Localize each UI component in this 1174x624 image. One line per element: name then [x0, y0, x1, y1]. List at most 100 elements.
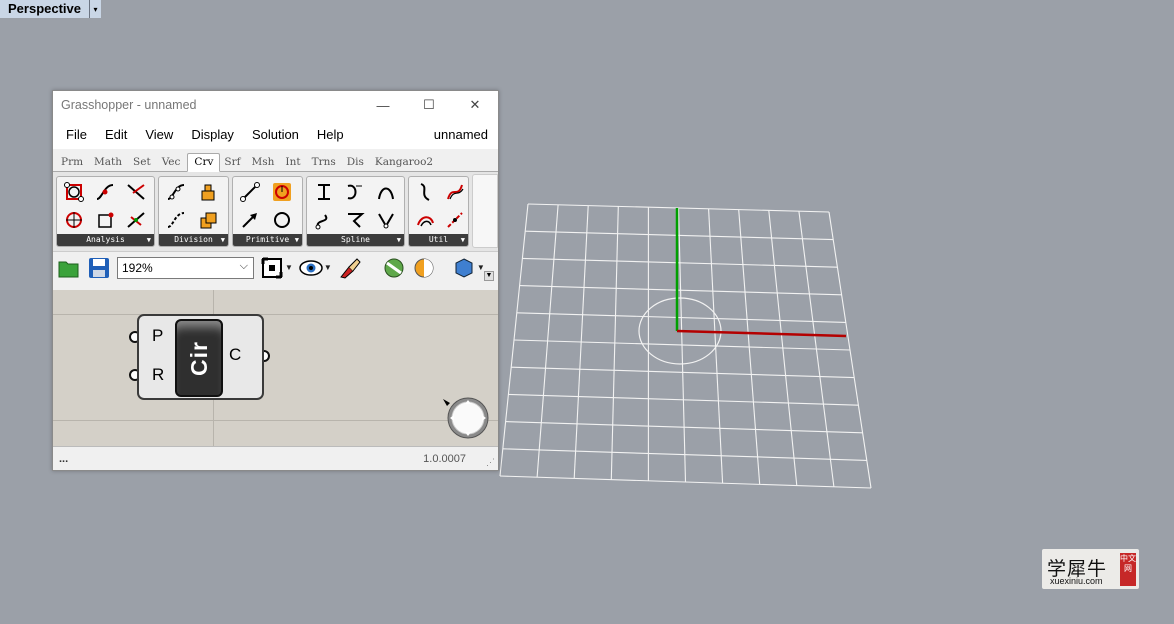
tab-msh[interactable]: Msh [248, 156, 282, 171]
preview-eye-icon[interactable] [299, 256, 323, 280]
status-message[interactable]: ... [53, 453, 68, 465]
construction-grid [499, 203, 872, 489]
interpolate-icon[interactable] [310, 179, 337, 205]
component-nickname: Cir [185, 340, 212, 376]
document-name[interactable]: unnamed [434, 127, 488, 142]
tab-trns[interactable]: Trns [308, 156, 343, 171]
open-file-icon[interactable] [57, 256, 81, 280]
polyline-icon[interactable] [310, 207, 337, 233]
dash-pattern-icon[interactable] [162, 207, 189, 233]
chevron-down-icon[interactable]: ▼ [397, 234, 401, 246]
panel-label-division: Division [174, 235, 213, 244]
panel-label-analysis: Analysis [86, 235, 125, 244]
viewport-title[interactable]: Perspective ▾ [0, 0, 101, 18]
panel-spline: Spline ▼ [306, 176, 405, 247]
circle-component[interactable]: P R Cir C [137, 314, 264, 400]
join-curves-icon[interactable] [412, 207, 439, 233]
bezier-span-icon[interactable] [341, 207, 368, 233]
minimize-button[interactable]: — [360, 91, 406, 119]
panel-util: Util ▼ [408, 176, 469, 247]
viewport-dropdown-icon[interactable]: ▾ [89, 0, 101, 18]
tab-prm[interactable]: Prm [57, 156, 90, 171]
toolbar-overflow-icon[interactable]: ▼ [484, 271, 494, 281]
ribbon-scroll[interactable] [472, 174, 498, 248]
version-label: 1.0.0007 [423, 452, 466, 465]
sketch-pen-icon[interactable] [338, 256, 362, 280]
curve-intersect-icon[interactable] [122, 179, 149, 205]
kinky-curve-icon[interactable] [372, 179, 399, 205]
window-title: Grasshopper - unnamed [61, 98, 197, 112]
evaluate-curve-icon[interactable] [91, 179, 118, 205]
zoom-extents-icon[interactable] [260, 256, 284, 280]
canvas-toolbar: 192% ⌵ ▼ ▼ ▼ ▼ [53, 251, 498, 283]
circle-icon[interactable] [269, 207, 296, 233]
component-ribbon: Analysis ▼ Division ▼ Primitive ▼ Spline… [53, 172, 498, 251]
curve-side-icon[interactable] [122, 207, 149, 233]
chevron-down-icon[interactable]: ▼ [461, 234, 465, 246]
component-tabs: Prm Math Set Vec Crv Srf Msh Int Trns Di… [53, 149, 498, 172]
tab-crv[interactable]: Crv [187, 153, 221, 172]
shaded-preview-icon[interactable] [412, 256, 436, 280]
title-bar[interactable]: Grasshopper - unnamed — ☐ ✕ [53, 91, 498, 119]
resize-grip-icon[interactable]: ⋰ [486, 457, 495, 468]
tab-srf[interactable]: Srf [220, 156, 247, 171]
viewport-name[interactable]: Perspective [0, 0, 89, 18]
curve-analysis-icon[interactable] [60, 179, 87, 205]
grasshopper-window: Grasshopper - unnamed — ☐ ✕ File Edit Vi… [52, 90, 499, 471]
zoom-select[interactable]: 192% ⌵ [117, 256, 254, 279]
shatter-icon[interactable] [195, 207, 222, 233]
zoom-value: 192% [122, 260, 153, 275]
navigation-compass-icon[interactable] [443, 397, 491, 441]
tab-vec[interactable]: Vec [158, 156, 188, 171]
chevron-down-icon[interactable]: ▼ [324, 263, 332, 272]
line-icon[interactable] [236, 179, 263, 205]
watermark-badge: 中文网 [1120, 553, 1136, 586]
component-nickname-block: Cir [175, 319, 223, 397]
panel-label-util: Util [428, 235, 449, 244]
menu-edit[interactable]: Edit [96, 127, 136, 142]
divide-curve-icon[interactable] [162, 179, 189, 205]
menu-display[interactable]: Display [182, 127, 243, 142]
tangent-curve-icon[interactable] [372, 207, 399, 233]
polygon-center-icon[interactable] [60, 207, 87, 233]
input-label-p: P [152, 326, 164, 345]
chevron-down-icon[interactable]: ▼ [295, 234, 299, 246]
status-bar: ... 1.0.0007 ⋰ [53, 446, 498, 470]
offset-curve-icon[interactable] [412, 179, 439, 205]
chevron-down-icon[interactable]: ⌵ [240, 260, 248, 273]
tab-kangaroo2[interactable]: Kangaroo2 [371, 156, 440, 171]
preview-mesh-icon[interactable] [452, 256, 476, 280]
close-button[interactable]: ✕ [452, 91, 498, 119]
maximize-button[interactable]: ☐ [406, 91, 452, 119]
tab-dis[interactable]: Dis [343, 156, 371, 171]
x-axis [676, 329, 847, 338]
explode-icon[interactable] [441, 207, 468, 233]
output-label-c: C [229, 345, 242, 364]
input-label-r: R [152, 365, 165, 384]
panel-label-spline: Spline [341, 235, 370, 244]
tab-int[interactable]: Int [281, 156, 307, 171]
grasshopper-canvas[interactable]: P R Cir C [53, 290, 498, 446]
curve-closest-point-icon[interactable] [91, 207, 118, 233]
nurbs-curve-icon[interactable] [341, 179, 368, 205]
chevron-down-icon[interactable]: ▼ [147, 234, 151, 246]
arc-icon[interactable] [269, 179, 296, 205]
menu-file[interactable]: File [57, 127, 96, 142]
wire-display-icon[interactable] [382, 256, 406, 280]
menu-solution[interactable]: Solution [243, 127, 308, 142]
fillet-icon[interactable] [441, 179, 468, 205]
watermark-url: xuexiniu.com [1050, 576, 1103, 586]
panel-label-primitive: Primitive [245, 235, 290, 244]
menu-view[interactable]: View [136, 127, 182, 142]
menu-bar: File Edit View Display Solution Help unn… [53, 119, 498, 149]
panel-division: Division ▼ [158, 176, 229, 247]
chevron-down-icon[interactable]: ▼ [221, 234, 225, 246]
tab-math[interactable]: Math [90, 156, 129, 171]
watermark-logo: 学犀牛 xuexiniu.com 中文网 [1042, 549, 1139, 589]
contour-icon[interactable] [195, 179, 222, 205]
tab-set[interactable]: Set [129, 156, 158, 171]
menu-help[interactable]: Help [308, 127, 353, 142]
save-file-icon[interactable] [87, 256, 111, 280]
vector-line-icon[interactable] [236, 207, 263, 233]
chevron-down-icon[interactable]: ▼ [285, 263, 293, 272]
